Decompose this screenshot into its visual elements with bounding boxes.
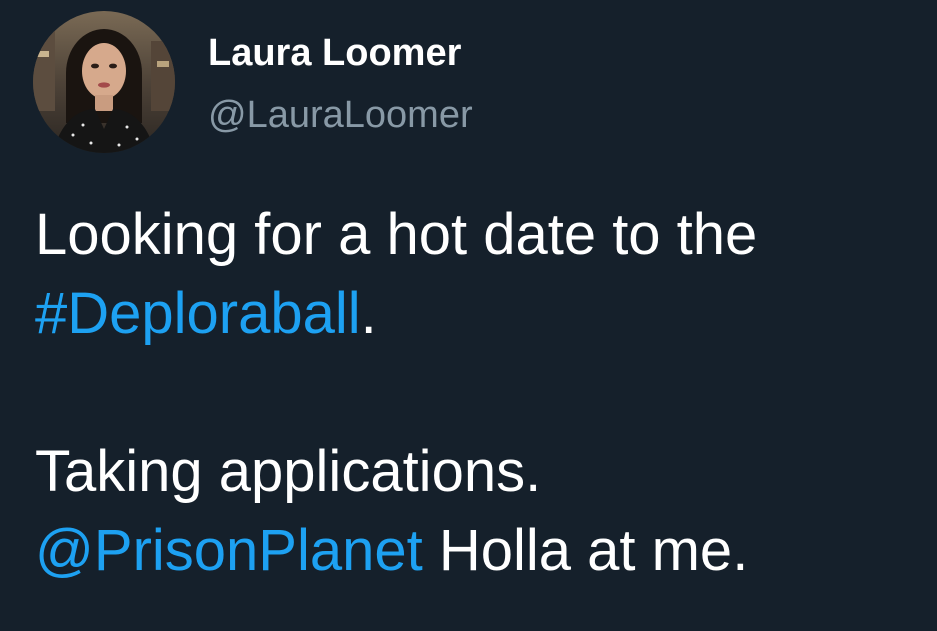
avatar[interactable] [33, 11, 175, 153]
author-display-name[interactable]: Laura Loomer [208, 30, 461, 76]
tweet-line-3: Taking applications. [35, 439, 542, 504]
avatar-image [33, 11, 175, 153]
tweet-card: Laura Loomer @LauraLoomer Looking for a … [0, 0, 937, 631]
mention-suffix: Holla at me. [422, 518, 749, 583]
author-handle[interactable]: @LauraLoomer [208, 92, 473, 138]
mention-link[interactable]: @PrisonPlanet [35, 518, 423, 583]
tweet-text: Looking for a hot date to the #Deploraba… [35, 195, 925, 590]
tweet-line-4: @PrisonPlanet Holla at me. [35, 511, 925, 590]
hashtag-suffix: . [360, 281, 377, 346]
hashtag-link[interactable]: #Deploraball [35, 281, 361, 346]
tweet-line-2: #Deploraball. [35, 274, 925, 353]
tweet-line-1: Looking for a hot date to the [35, 202, 758, 267]
